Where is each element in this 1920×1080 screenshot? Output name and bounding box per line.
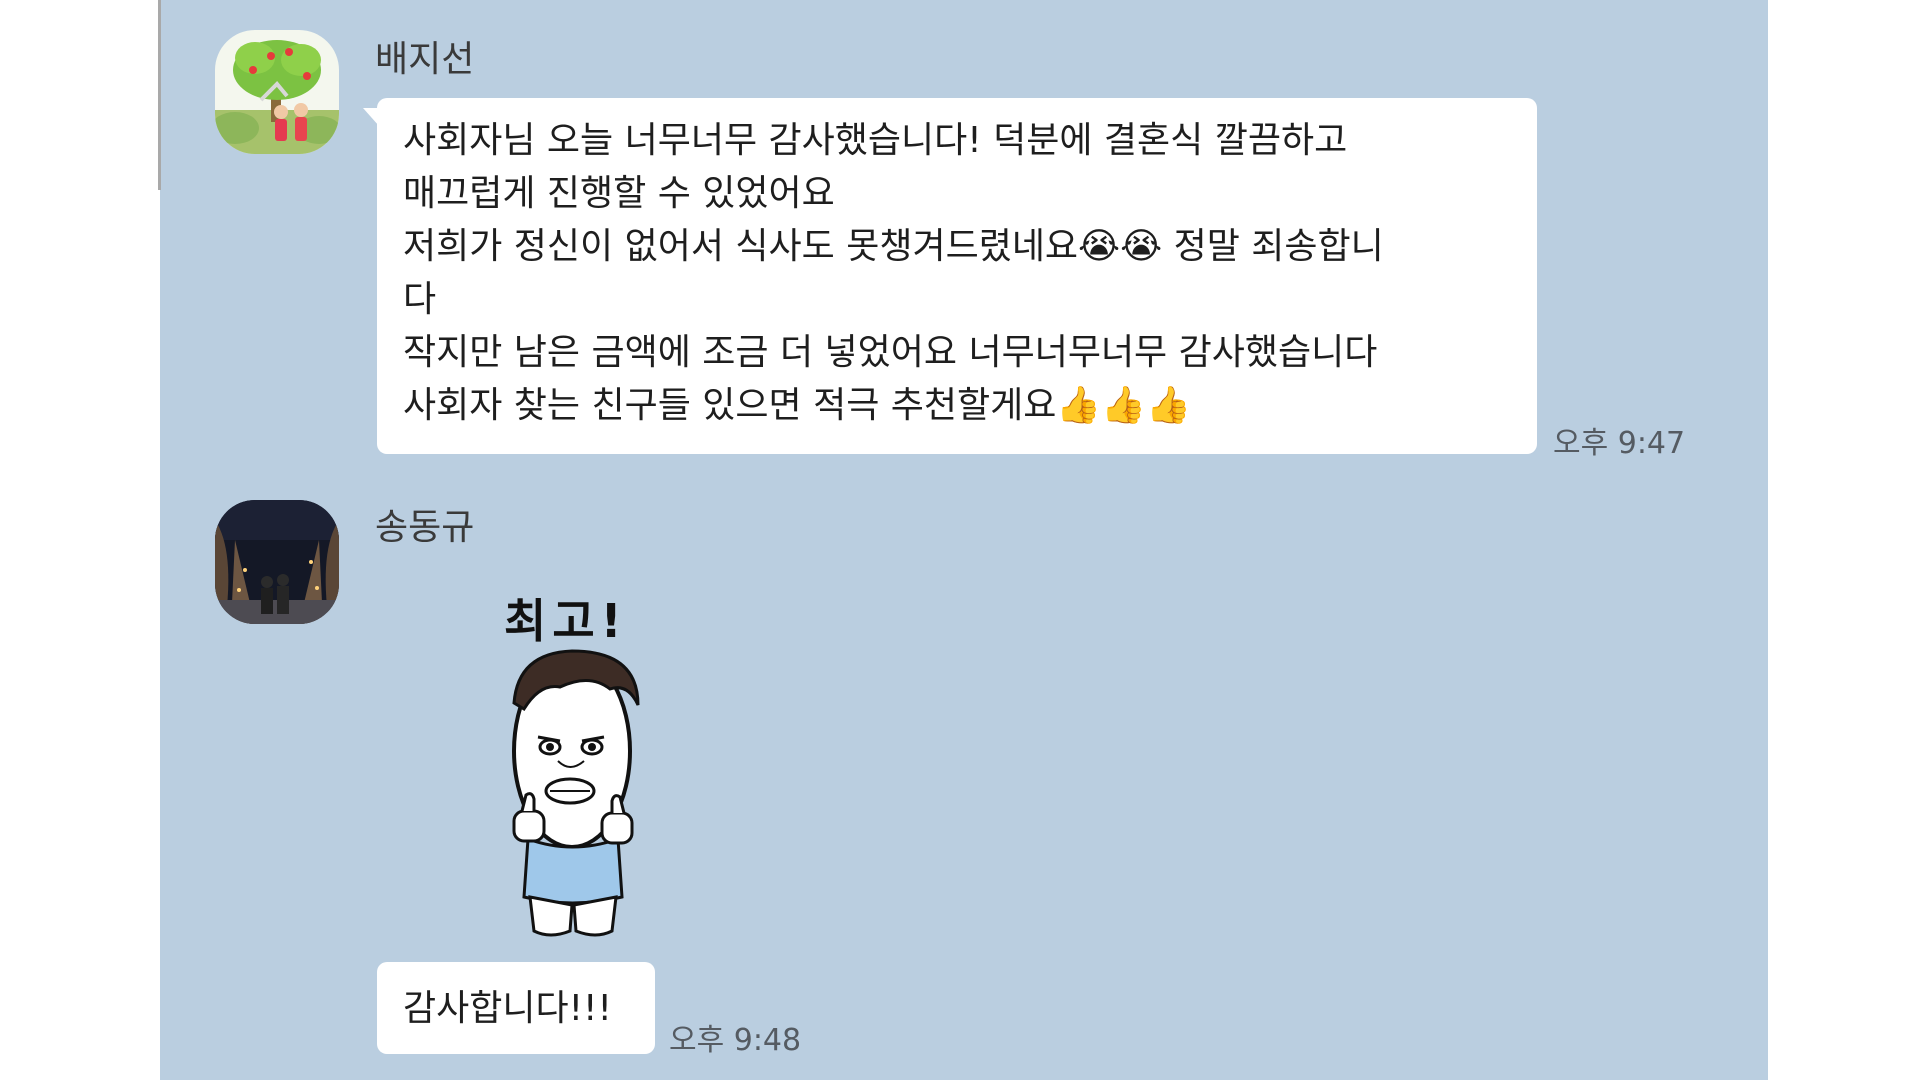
message-line: 다 (403, 279, 437, 320)
message-timestamp: 오후 9:47 (1553, 426, 1686, 461)
sender-name: 배지선 (375, 39, 475, 80)
emoticon-sticker[interactable]: 최고! (500, 585, 730, 945)
message-line: 저희가 정신이 없어서 식사도 못챙겨드렸네요😭😭 정말 죄송합니 (403, 226, 1384, 267)
chat-panel[interactable]: 배지선 사회자님 오늘 너무너무 감사했습니다! 덕분에 결혼식 깔끔하고 매끄… (160, 0, 1768, 1080)
message-line: 사회자 찾는 친구들 있으면 적극 추천할게요👍👍👍 (403, 385, 1191, 426)
sticker-caption: 최고! (504, 594, 628, 648)
window-edge (158, 0, 161, 190)
bubble-tail (363, 108, 379, 126)
night-photo-avatar-icon (215, 500, 339, 624)
message-bubble[interactable]: 감사합니다!!! (377, 962, 655, 1054)
sender-avatar[interactable] (215, 500, 339, 624)
sender-avatar[interactable] (215, 30, 339, 154)
thumbs-up-character-sticker-icon (512, 649, 640, 937)
message-line: 사회자님 오늘 너무너무 감사했습니다! 덕분에 결혼식 깔끔하고 (403, 120, 1348, 161)
message-timestamp: 오후 9:48 (669, 1023, 802, 1058)
sender-name: 송동규 (375, 507, 475, 548)
message-line: 작지만 남은 금액에 조금 더 넣었어요 너무너무너무 감사했습니다 (403, 332, 1378, 373)
apple-tree-couple-avatar-icon (215, 30, 339, 154)
message-line: 감사합니다!!! (403, 988, 612, 1029)
message-bubble[interactable]: 사회자님 오늘 너무너무 감사했습니다! 덕분에 결혼식 깔끔하고 매끄럽게 진… (363, 98, 1537, 454)
message-line: 매끄럽게 진행할 수 있었어요 (403, 173, 835, 214)
